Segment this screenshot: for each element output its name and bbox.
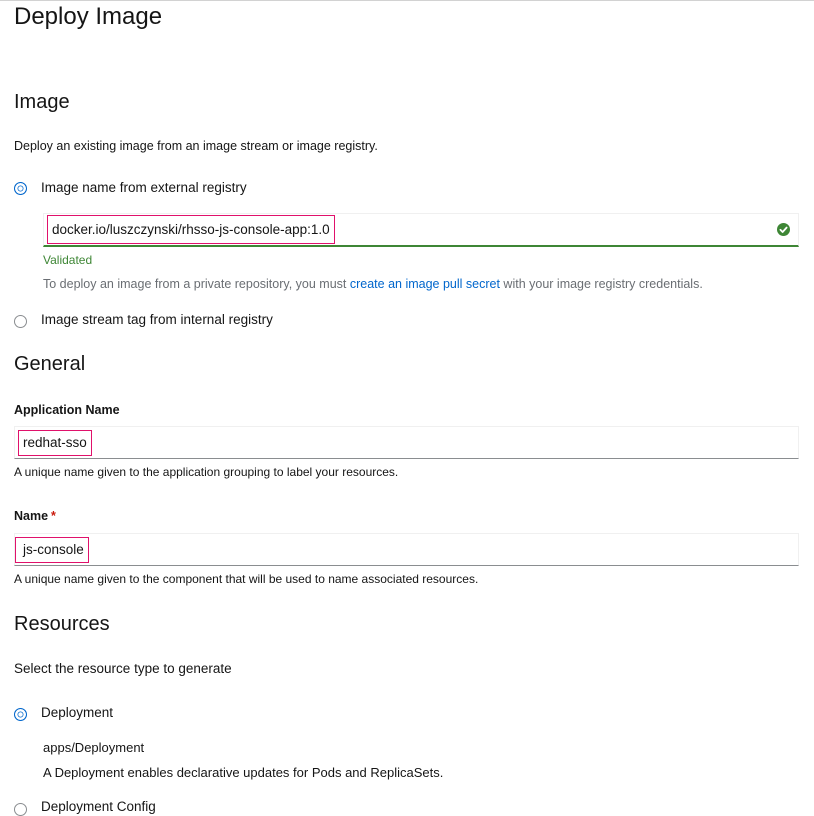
- name-label-text: Name: [14, 509, 49, 523]
- internal-registry-label[interactable]: Image stream tag from internal registry: [41, 311, 273, 329]
- resources-description: Select the resource type to generate: [14, 661, 232, 676]
- pull-secret-help-suffix: with your image registry credentials.: [499, 277, 703, 291]
- pull-secret-help-prefix: To deploy an image from a private reposi…: [43, 277, 350, 291]
- top-divider: [0, 0, 814, 1]
- image-section-description: Deploy an existing image from an image s…: [14, 139, 378, 153]
- name-label: Name *: [14, 508, 56, 524]
- application-name-help: A unique name given to the application g…: [14, 465, 399, 479]
- deployment-description: A Deployment enables declarative updates…: [43, 765, 444, 780]
- image-section-title: Image: [14, 91, 70, 113]
- name-value[interactable]: js-console: [15, 537, 89, 563]
- deployment-api-version: apps/Deployment: [43, 740, 145, 755]
- check-circle-icon: [777, 223, 790, 236]
- image-name-input[interactable]: docker.io/luszczynski/rhsso-js-console-a…: [43, 213, 799, 247]
- image-name-value[interactable]: docker.io/luszczynski/rhsso-js-console-a…: [47, 215, 335, 244]
- deployment-radio[interactable]: [14, 708, 27, 721]
- name-help: A unique name given to the component tha…: [14, 572, 479, 586]
- external-registry-label[interactable]: Image name from external registry: [41, 179, 247, 197]
- resources-section-title: Resources: [14, 613, 110, 635]
- deployment-config-label[interactable]: Deployment Config: [41, 798, 156, 816]
- application-name-value[interactable]: redhat-sso: [18, 430, 92, 456]
- name-input[interactable]: js-console: [14, 533, 799, 566]
- external-registry-radio[interactable]: [14, 182, 27, 195]
- application-name-input[interactable]: redhat-sso: [14, 426, 799, 459]
- page-title: Deploy Image: [14, 3, 163, 30]
- deployment-config-radio[interactable]: [14, 803, 27, 816]
- required-indicator: *: [51, 509, 56, 523]
- deployment-label[interactable]: Deployment: [41, 704, 113, 722]
- pull-secret-help: To deploy an image from a private reposi…: [43, 275, 703, 293]
- internal-registry-radio[interactable]: [14, 315, 27, 328]
- general-section-title: General: [14, 353, 86, 375]
- create-pull-secret-link[interactable]: create an image pull secret: [350, 277, 500, 291]
- validated-status: Validated: [43, 253, 93, 267]
- application-name-label: Application Name: [14, 403, 120, 417]
